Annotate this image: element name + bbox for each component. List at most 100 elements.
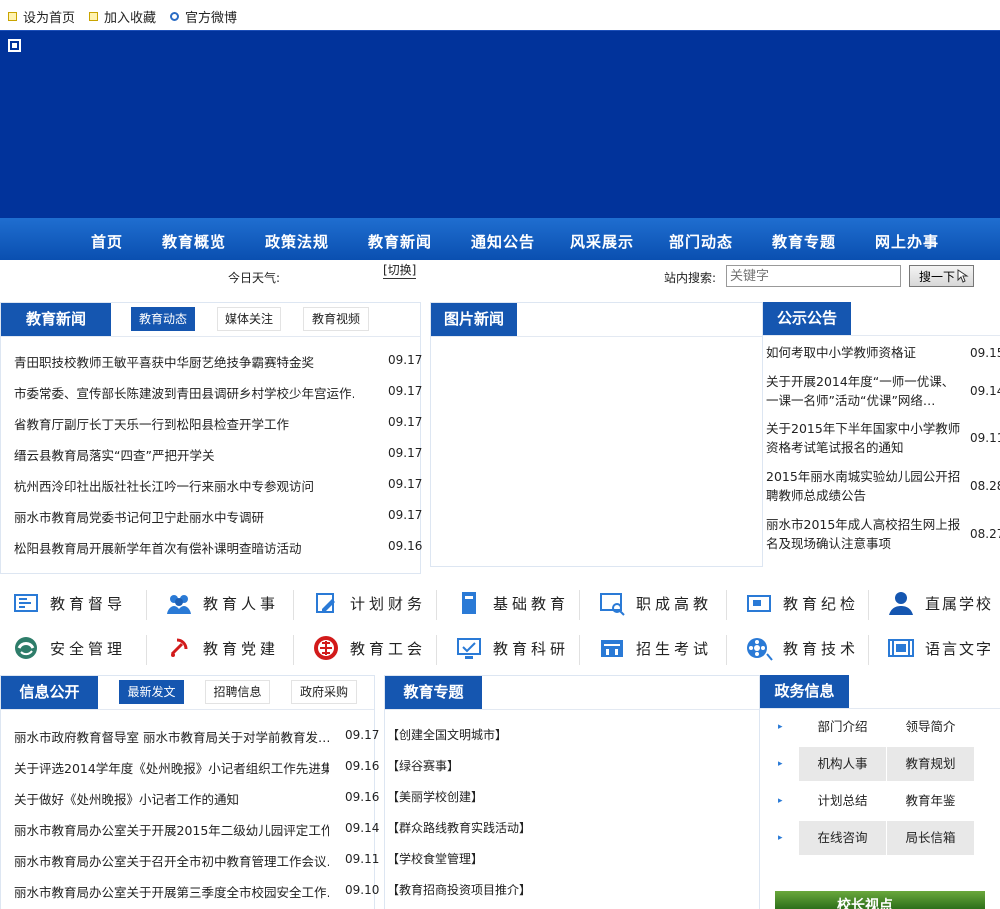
official-weibo-link[interactable]: 官方微博: [170, 7, 237, 26]
nav-item-home[interactable]: 首页: [91, 231, 123, 252]
news-item[interactable]: 松阳县教育局开展新学年首次有偿补课明查暗访活动: [14, 538, 354, 557]
category-exam[interactable]: 招生考试: [598, 634, 712, 662]
news-panel: 教育新闻 教育动态 媒体关注 教育视频 青田职技校教师王敏平喜获中华厨艺绝技争霸…: [0, 302, 423, 574]
gov-item[interactable]: 计划总结: [799, 784, 886, 818]
banner-close-icon[interactable]: [8, 39, 21, 52]
topic-item[interactable]: 【教育招商投资项目推介】: [387, 881, 531, 898]
info-item[interactable]: 关于评选2014学年度《处州晚报》小记者组织工作先进集…: [14, 758, 329, 777]
category-party-building[interactable]: 教育党建: [165, 634, 279, 662]
topic-item[interactable]: 【群众路线教育实践活动】: [387, 819, 531, 836]
notice-item[interactable]: 丽水市2015年成人高校招生网上报名及现场确认注意事项: [766, 515, 962, 553]
info-item[interactable]: 丽水市教育局办公室关于召开全市初中教育管理工作会议…: [14, 851, 329, 870]
topic-item[interactable]: 【绿谷赛事】: [387, 757, 459, 774]
info-item[interactable]: 丽水市政府教育督导室 丽水市教育局关于对学前教育发…: [14, 727, 329, 746]
vocational-education-icon: [598, 589, 626, 617]
gov-item[interactable]: 教育年鉴: [887, 784, 974, 818]
search-input[interactable]: [726, 265, 901, 287]
notice-item[interactable]: 如何考取中小学教师资格证: [766, 343, 962, 362]
topics-panel: 教育专题 【创建全国文明城市】 【绿谷赛事】【美丽学校创建】【群众路线教育实践活动…: [384, 675, 760, 909]
info-item[interactable]: 丽水市教育局办公室关于开展2015年二级幼儿园评定工作…: [14, 820, 329, 839]
info-panel-title: 信息公开: [1, 676, 98, 709]
category-basic-education[interactable]: 基础教育: [455, 589, 569, 617]
nav-item-online-services[interactable]: 网上办事: [875, 231, 939, 252]
gov-item[interactable]: 教育规划: [887, 747, 974, 781]
gov-item[interactable]: 局长信箱: [887, 821, 974, 855]
category-affiliated-school[interactable]: 直属学校: [887, 589, 993, 617]
gov-item[interactable]: 领导简介: [887, 710, 974, 744]
category-divider: [868, 590, 869, 620]
category-vocational-education[interactable]: 职成高教: [598, 589, 712, 617]
topic-item[interactable]: 【创建全国文明城市】: [387, 726, 507, 743]
news-item[interactable]: 丽水市教育局党委书记何卫宁赴丽水中专调研: [14, 507, 354, 526]
nav-item-showcase[interactable]: 风采展示: [570, 231, 634, 252]
affiliated-school-icon: [887, 589, 915, 617]
tab-media-focus[interactable]: 媒体关注: [217, 307, 281, 331]
info-item-date: 09.14: [345, 821, 380, 835]
news-item-date: 09.17: [388, 477, 423, 491]
topic-item[interactable]: 【美丽学校创建】: [387, 788, 483, 805]
topic-item[interactable]: 【学校食堂管理】: [387, 850, 483, 867]
news-item[interactable]: 省教育厅副厅长丁天乐一行到松阳县检查开学工作: [14, 414, 354, 433]
gov-item[interactable]: 在线咨询: [799, 821, 886, 855]
news-item[interactable]: 缙云县教育局落实“四查”严把开学关: [14, 445, 354, 464]
photo-title-divider: [431, 336, 762, 337]
tab-education-video[interactable]: 教育视频: [303, 307, 369, 331]
info-item[interactable]: 关于做好《处州晚报》小记者工作的通知: [14, 789, 329, 808]
gov-item[interactable]: 部门介绍: [799, 710, 886, 744]
nav-item-news[interactable]: 教育新闻: [368, 231, 432, 252]
category-label: 教育人事: [203, 594, 280, 613]
category-label: 教育纪检: [783, 594, 860, 613]
search-button[interactable]: 搜一下: [909, 265, 974, 287]
nav-item-departments[interactable]: 部门动态: [669, 231, 733, 252]
notice-item[interactable]: 关于开展2014年度“一师一优课、一课一名师”活动“优课”网络…: [766, 372, 962, 410]
gov-title-divider: [760, 708, 1000, 709]
category-finance[interactable]: 计划财务: [312, 589, 426, 617]
add-favorite-link[interactable]: 加入收藏: [89, 7, 156, 26]
category-personnel[interactable]: 教育人事: [165, 589, 279, 617]
search-label: 站内搜索:: [664, 271, 717, 285]
basic-education-icon: [455, 589, 483, 617]
category-divider: [726, 590, 727, 620]
category-label: 教育督导: [50, 594, 127, 613]
info-item-date: 09.11: [345, 852, 380, 866]
category-technology[interactable]: 教育技术: [745, 634, 859, 662]
category-union[interactable]: 教育工会: [312, 634, 426, 662]
nav-item-policy[interactable]: 政策法规: [265, 231, 329, 252]
info-item[interactable]: 丽水市教育局办公室关于开展第三季度全市校园安全工作…: [14, 882, 329, 901]
category-language[interactable]: 语言文字: [887, 634, 993, 662]
gov-info-title: 政务信息: [760, 675, 849, 708]
nav-item-topics[interactable]: 教育专题: [772, 231, 836, 252]
category-divider: [293, 590, 294, 620]
category-divider: [146, 635, 147, 665]
category-supervision[interactable]: 教育督导: [12, 589, 126, 617]
tab-procurement[interactable]: 政府采购: [291, 680, 357, 704]
notice-item[interactable]: 关于2015年下半年国家中小学教师资格考试笔试报名的通知: [766, 419, 962, 457]
tab-education-updates[interactable]: 教育动态: [131, 307, 195, 331]
topics-panel-title: 教育专题: [385, 676, 482, 709]
category-research[interactable]: 教育科研: [455, 634, 569, 662]
weather-switch-link[interactable]: [切换]: [383, 261, 417, 279]
principal-view-label: 校长视点: [837, 898, 893, 909]
news-item[interactable]: 市委常委、宣传部长陈建波到青田县调研乡村学校少年宫运作…: [14, 383, 354, 402]
category-discipline[interactable]: 教育纪检: [745, 589, 859, 617]
notice-item-date: 08.27: [970, 527, 1000, 541]
news-item[interactable]: 青田职技校教师王敏平喜获中华厨艺绝技争霸赛特金奖: [14, 352, 354, 371]
category-divider: [436, 635, 437, 665]
notice-item[interactable]: 2015年丽水南城实验幼儿园公开招聘教师总成绩公告: [766, 467, 962, 505]
tab-recruitment[interactable]: 招聘信息: [205, 680, 270, 704]
tab-latest-documents[interactable]: 最新发文: [119, 680, 184, 704]
home-icon: [8, 12, 17, 21]
principal-view-banner[interactable]: 校长视点: [775, 891, 985, 909]
research-icon: [455, 634, 483, 662]
exam-icon: [598, 634, 626, 662]
nav-item-overview[interactable]: 教育概览: [162, 231, 226, 252]
gov-item[interactable]: 机构人事: [799, 747, 886, 781]
news-item[interactable]: 杭州西泠印社出版社社长江吟一行来丽水中专参观访问: [14, 476, 354, 495]
set-home-link[interactable]: 设为首页: [8, 7, 75, 26]
nav-item-notices[interactable]: 通知公告: [471, 231, 535, 252]
category-label: 招生考试: [636, 639, 713, 658]
topics-title-divider: [385, 709, 759, 710]
notice-item-date: 09.15: [970, 346, 1000, 360]
category-safety[interactable]: 安全管理: [12, 634, 126, 662]
category-divider: [579, 590, 580, 620]
